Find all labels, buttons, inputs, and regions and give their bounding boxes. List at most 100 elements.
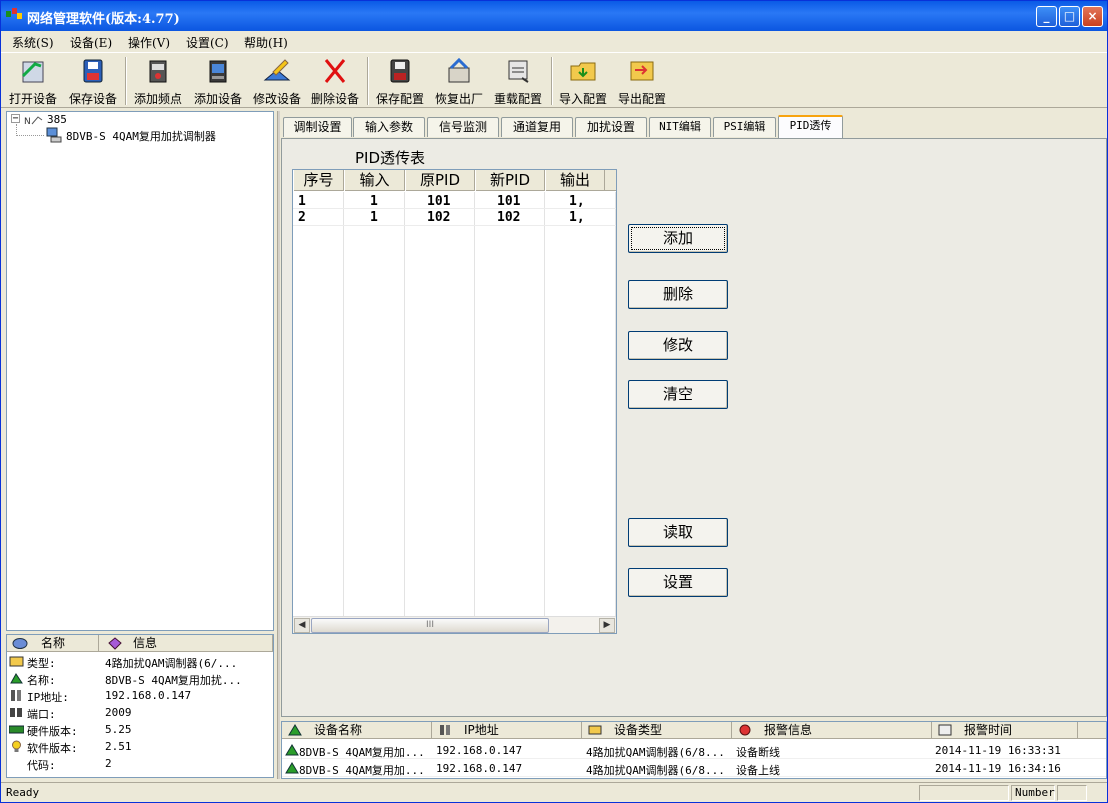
pid-table-title: PID透传表 [355,149,426,167]
factory-reset-icon [448,57,470,83]
tab-psi-edit[interactable]: PSI编辑 [713,117,776,137]
table-row[interactable]: 2 1 102 102 1, [293,210,616,226]
clear-button[interactable]: 清空 [628,380,728,409]
close-button[interactable]: × [1082,6,1103,27]
add-frequency-button[interactable]: 添加频点 [130,56,186,106]
factory-reset-button[interactable]: 恢复出厂 [431,56,487,106]
ip-address-icon [11,690,21,701]
maximize-button[interactable]: □ [1059,6,1080,27]
table-row[interactable]: 8DVB-S 4QAM复用加... 192.168.0.147 4路加扰QAM调… [282,759,1106,777]
delete-x-icon [324,59,346,83]
minimize-button[interactable]: _ [1036,6,1057,27]
log-header-alarm-info[interactable]: 报警信息 [732,722,932,739]
tab-strip: 调制设置 输入参数 信号监测 通道复用 加扰设置 NIT编辑 PSI编辑 PID… [281,115,1107,139]
status-bar: Ready Number [1,782,1107,802]
log-header-ip[interactable]: IP地址 [432,722,582,739]
column-header-input[interactable]: 输入 [344,170,405,191]
tree-collapse-toggle[interactable]: − [11,114,20,124]
add-button[interactable]: 添加 [628,224,728,253]
menu-system[interactable]: 系统(S) [12,34,54,51]
properties-header: 名称 信息 [7,635,273,652]
tab-channel-multiplex[interactable]: 通道复用 [501,117,573,137]
open-device-button[interactable]: 打开设备 [5,56,61,106]
log-header-alarm-time[interactable]: 报警时间 [932,722,1078,739]
table-row[interactable]: 8DVB-S 4QAM复用加... 192.168.0.147 4路加扰QAM调… [282,741,1106,759]
tree-root-node[interactable]: 385 [47,113,67,126]
export-config-button[interactable]: 导出配置 [614,56,670,106]
name-icon [10,673,23,684]
column-header-output[interactable]: 输出 [545,170,605,191]
properties-header-info[interactable]: 信息 [99,635,273,652]
grid-column-line [545,192,616,616]
tab-pid-passthrough[interactable]: PID透传 [778,115,843,138]
device-computer-icon [46,127,62,143]
add-device-button[interactable]: 添加设备 [190,56,246,106]
table-row[interactable]: 1 1 101 101 1, [293,193,616,209]
scroll-thumb[interactable]: III [311,618,549,633]
log-header-device-name[interactable]: 设备名称 [282,722,432,739]
add-frequency-icon [149,60,167,83]
port-icon [10,708,22,717]
tab-nit-edit[interactable]: NIT编辑 [649,117,711,137]
log-header-device-type[interactable]: 设备类型 [582,722,732,739]
modify-device-button[interactable]: 修改设备 [249,56,305,106]
scroll-right-arrow-icon[interactable]: ▶ [599,618,615,633]
column-header-index[interactable]: 序号 [293,170,344,191]
toolbar-separator [125,57,127,105]
reload-config-button[interactable]: 重载配置 [490,56,546,106]
properties-panel: 名称 信息 类型: 4路加扰QAM调制器(6/... 名称: 8DVB-S 4Q… [6,634,274,778]
device-icon [285,744,299,756]
device-type-column-icon [588,725,602,735]
type-icon [9,656,24,667]
save-device-button[interactable]: 保存设备 [65,56,121,106]
scroll-left-arrow-icon[interactable]: ◀ [294,618,310,633]
reload-config-icon [508,60,529,83]
pid-table-header: 序号 输入 原PID 新PID 输出 [293,170,616,191]
column-header-new-pid[interactable]: 新PID [475,170,545,191]
menu-device[interactable]: 设备(E) [70,34,112,51]
modify-button[interactable]: 修改 [628,331,728,360]
pid-table[interactable]: 序号 输入 原PID 新PID 输出 1 1 101 101 1, 2 1 10… [292,169,617,634]
menu-settings[interactable]: 设置(C) [186,34,229,51]
save-device-icon [83,59,103,83]
vertical-splitter[interactable] [277,111,280,779]
delete-button[interactable]: 删除 [628,280,728,309]
modify-device-icon [263,59,291,81]
import-config-button[interactable]: 导入配置 [555,56,611,106]
menu-help[interactable]: 帮助(H) [244,34,288,51]
tab-scramble-settings[interactable]: 加扰设置 [575,117,647,137]
device-tree[interactable]: − N 385 8DVB-S 4QAM复用加扰调制器 [6,111,274,631]
alarm-log-header: 设备名称 IP地址 设备类型 报警信息 报警时间 [282,722,1106,739]
export-config-icon [630,61,654,81]
property-row-hardware-version: 硬件版本: 5.25 [7,721,273,738]
horizontal-scrollbar[interactable]: ◀ III ▶ [293,616,616,633]
properties-header-name[interactable]: 名称 [7,635,99,652]
import-folder-icon [570,62,596,81]
open-device-icon [21,61,44,83]
set-button[interactable]: 设置 [628,568,728,597]
toolbar: 打开设备 保存设备 添加频点 添加设备 修改设备 删除设备 保存配置 恢复出厂 … [1,52,1107,108]
alarm-log-list[interactable]: 设备名称 IP地址 设备类型 报警信息 报警时间 8DVB-S 4QAM复用加.… [281,721,1107,779]
column-header-original-pid[interactable]: 原PID [405,170,475,191]
delete-device-button[interactable]: 删除设备 [307,56,363,106]
info-column-icon [108,637,122,650]
device-icon [285,762,299,774]
tab-input-params[interactable]: 输入参数 [353,117,425,137]
svg-text:N: N [24,117,31,126]
ip-column-icon [440,725,450,735]
menu-operation[interactable]: 操作(V) [128,34,170,51]
add-device-icon [209,60,227,83]
tab-signal-monitor[interactable]: 信号监测 [427,117,499,137]
alarm-column-icon [739,724,751,736]
title-bar[interactable]: 网络管理软件(版本:4.77) _ □ × [1,1,1107,31]
property-row-port: 端口: 2009 [7,704,273,721]
save-config-icon [390,59,410,83]
status-text: Ready [6,786,40,799]
toolbar-separator [551,57,553,105]
tab-modulation-settings[interactable]: 调制设置 [283,117,352,137]
property-row-type: 类型: 4路加扰QAM调制器(6/... [7,653,273,670]
read-button[interactable]: 读取 [628,518,728,547]
tree-device-node[interactable]: 8DVB-S 4QAM复用加扰调制器 [66,128,216,144]
window-title: 网络管理软件(版本:4.77) [27,12,180,27]
save-config-button[interactable]: 保存配置 [372,56,428,106]
